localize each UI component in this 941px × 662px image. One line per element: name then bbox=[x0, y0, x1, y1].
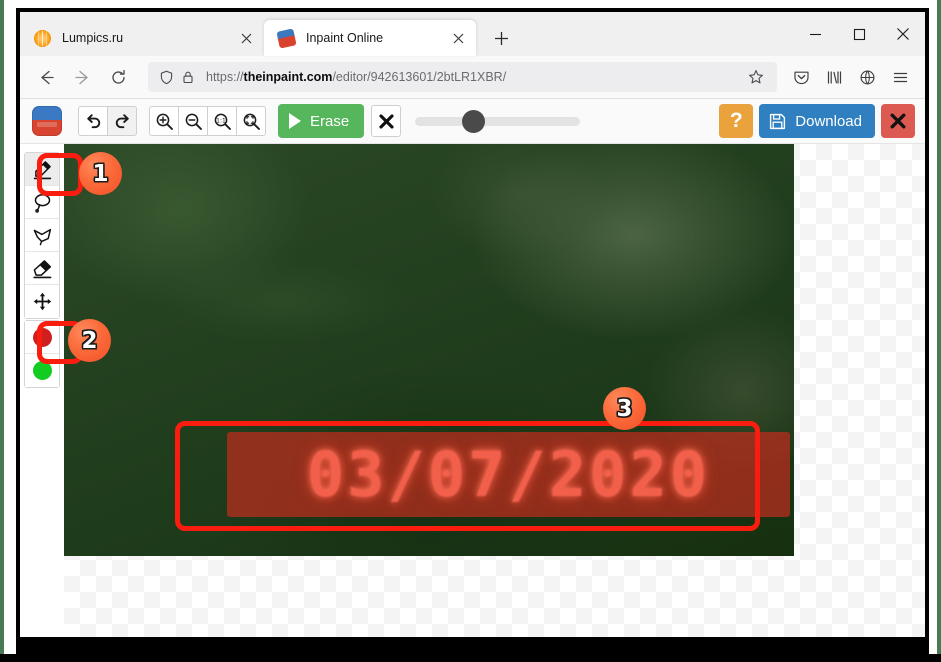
zoom-out-button[interactable] bbox=[178, 106, 208, 136]
annotation-badge-1: 1 bbox=[79, 152, 122, 195]
window-controls bbox=[793, 12, 925, 56]
undo-button[interactable] bbox=[78, 106, 108, 136]
hamburger-menu-icon[interactable] bbox=[885, 62, 915, 92]
maximize-button[interactable] bbox=[837, 12, 881, 56]
reload-icon[interactable] bbox=[102, 61, 134, 93]
zoom-fit-button[interactable] bbox=[236, 106, 266, 136]
erase-label: Erase bbox=[310, 112, 350, 130]
back-arrow-icon[interactable] bbox=[30, 61, 62, 93]
editor-toolbar: 1:1 Erase ? Download bbox=[20, 99, 925, 144]
slider-track bbox=[415, 117, 581, 126]
url-text[interactable]: https://theinpaint.com/editor/942613601/… bbox=[200, 70, 743, 84]
annotation-badge-3: 3 bbox=[603, 387, 646, 430]
minimize-button[interactable] bbox=[793, 12, 837, 56]
browser-window: Lumpics.ru Inpaint Online https://theinp… bbox=[20, 12, 925, 637]
browser-tabstrip: Lumpics.ru Inpaint Online bbox=[20, 12, 925, 56]
floppy-disk-icon bbox=[769, 113, 786, 130]
download-button[interactable]: Download bbox=[759, 104, 875, 138]
erase-button[interactable]: Erase bbox=[278, 104, 365, 138]
tab-close-icon[interactable] bbox=[448, 28, 468, 48]
shield-icon[interactable] bbox=[156, 67, 176, 87]
lock-icon[interactable] bbox=[178, 67, 198, 87]
close-editor-button[interactable] bbox=[881, 104, 915, 138]
tab-title: Lumpics.ru bbox=[62, 31, 124, 45]
help-button[interactable]: ? bbox=[719, 104, 754, 138]
annotation-rect-marker-tool bbox=[37, 153, 83, 196]
tab-title: Inpaint Online bbox=[306, 31, 384, 45]
cancel-erase-button[interactable] bbox=[371, 105, 402, 137]
play-triangle-icon bbox=[289, 113, 301, 129]
brush-size-slider[interactable] bbox=[415, 106, 581, 136]
url-path: /editor/942613601/2btLR1XBR/ bbox=[332, 70, 507, 84]
library-icon[interactable] bbox=[819, 62, 849, 92]
browser-navbar: https://theinpaint.com/editor/942613601/… bbox=[20, 56, 925, 99]
screenshot-root: Lumpics.ru Inpaint Online https://theinp… bbox=[0, 0, 941, 662]
url-domain: theinpaint.com bbox=[243, 70, 333, 84]
move-tool[interactable] bbox=[25, 285, 59, 318]
annotation-rect-date-selection bbox=[175, 421, 760, 531]
help-label: ? bbox=[729, 109, 743, 132]
tab-lumpics[interactable]: Lumpics.ru bbox=[20, 20, 264, 56]
zoom-button-group: 1:1 bbox=[149, 106, 266, 136]
globe-icon[interactable] bbox=[852, 62, 882, 92]
inpaint-logo bbox=[32, 106, 62, 136]
lemon-slice-icon bbox=[34, 29, 51, 47]
pocket-icon[interactable] bbox=[786, 62, 816, 92]
move-arrows-icon bbox=[33, 292, 51, 311]
slider-thumb[interactable] bbox=[462, 110, 486, 133]
eraser-tool[interactable] bbox=[25, 252, 59, 285]
forward-arrow-icon[interactable] bbox=[66, 61, 98, 93]
url-bar[interactable]: https://theinpaint.com/editor/942613601/… bbox=[148, 62, 777, 92]
window-bottom-border bbox=[0, 654, 941, 662]
svg-text:1:1: 1:1 bbox=[216, 117, 226, 124]
annotation-badge-2: 2 bbox=[68, 319, 111, 362]
inpaint-logo-icon bbox=[276, 27, 297, 49]
tab-inpaint-online[interactable]: Inpaint Online bbox=[264, 20, 476, 56]
eraser-icon bbox=[32, 259, 51, 278]
download-label: Download bbox=[795, 112, 862, 130]
editor-workspace: 03/07/2020 1 2 3 bbox=[20, 144, 925, 637]
url-scheme: https:// bbox=[206, 70, 244, 84]
star-icon[interactable] bbox=[743, 64, 769, 90]
new-tab-button[interactable] bbox=[488, 25, 514, 51]
polygon-lasso-icon bbox=[33, 228, 51, 245]
polygon-lasso-tool[interactable] bbox=[25, 219, 59, 252]
zoom-in-button[interactable] bbox=[149, 106, 179, 136]
tab-close-icon[interactable] bbox=[236, 28, 256, 48]
history-button-group bbox=[78, 106, 137, 136]
redo-button[interactable] bbox=[107, 106, 137, 136]
close-window-button[interactable] bbox=[881, 12, 925, 56]
zoom-actual-size-button[interactable]: 1:1 bbox=[207, 106, 237, 136]
